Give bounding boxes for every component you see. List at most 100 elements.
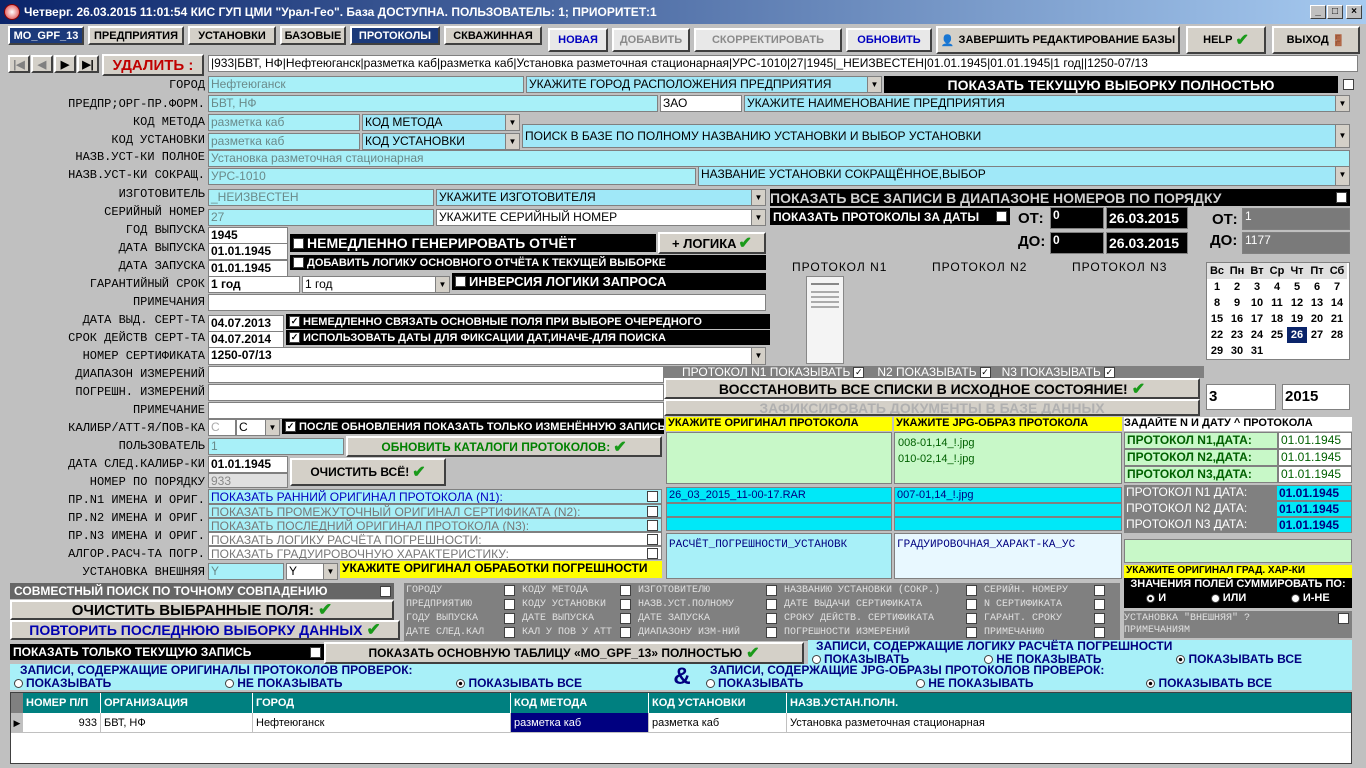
- radio-icon[interactable]: [1176, 655, 1186, 665]
- gen-report-option[interactable]: НЕМЕДЛЕННО ГЕНЕРИРОВАТЬ ОТЧЁТ: [290, 234, 656, 252]
- cert-no-field[interactable]: 1250-07/13 ▼: [208, 347, 766, 365]
- install-field[interactable]: разметка каб: [208, 133, 360, 150]
- calendar-day[interactable]: 16: [1227, 311, 1247, 327]
- radio-icon[interactable]: [916, 679, 926, 689]
- protocol-date-field[interactable]: 01.01.1945: [1278, 449, 1352, 466]
- calendar-day[interactable]: 7: [1327, 279, 1347, 295]
- calendar-day[interactable]: 27: [1307, 327, 1327, 343]
- radio-icon[interactable]: [225, 679, 235, 689]
- grad-orig-list[interactable]: [1124, 539, 1352, 563]
- field-check[interactable]: ДАТЕ ЗАПУСКА: [638, 612, 780, 625]
- calendar-day[interactable]: 14: [1327, 295, 1347, 311]
- add-logic-checkbox[interactable]: [293, 257, 304, 268]
- cert-date-field[interactable]: 04.07.2013: [208, 315, 284, 332]
- protocol-1-thumbnail[interactable]: [806, 276, 844, 364]
- show-logic[interactable]: ПОКАЗАТЬ ЛОГИКУ РАСЧЁТА ПОГРЕШНОСТИ:: [208, 532, 662, 546]
- show-early-original[interactable]: ПОКАЗАТЬ РАННИЙ ОРИГИНАЛ ПРОТОКОЛА (N1):: [208, 489, 662, 504]
- to-number-spinner[interactable]: 0: [1050, 232, 1104, 254]
- after-update-checkbox[interactable]: ✓: [285, 421, 296, 432]
- field-check[interactable]: ПРЕДПРИЯТИЮ: [406, 598, 518, 611]
- year-spinner[interactable]: 2015: [1282, 384, 1350, 410]
- calendar-day[interactable]: 15: [1207, 311, 1227, 327]
- from-record-spinner[interactable]: 1: [1242, 208, 1350, 230]
- city-select[interactable]: УКАЖИТЕ ГОРОД РАСПОЛОЖЕНИЯ ПРЕДПРИЯТИЯ ▼: [526, 76, 882, 93]
- maximize-button[interactable]: □: [1327, 5, 1343, 19]
- finish-edit-button[interactable]: 👤 ЗАВЕРШИТЬ РЕДАКТИРОВАНИЕ БАЗЫ: [936, 26, 1180, 54]
- invert-option[interactable]: ИНВЕРСИЯ ЛОГИКИ ЗАПРОСА: [452, 273, 766, 290]
- update-catalogs-button[interactable]: ОБНОВИТЬ КАТАЛОГИ ПРОТОКОЛОВ: ✔: [346, 436, 662, 457]
- warranty-select[interactable]: 1 год ▼: [302, 276, 450, 293]
- orig-all-option[interactable]: ПОКАЗЫВАТЬ ВСЕ: [456, 676, 582, 690]
- calib-select[interactable]: С ▼: [236, 419, 280, 436]
- error-field[interactable]: [208, 384, 664, 401]
- year-field[interactable]: 1945: [208, 227, 288, 244]
- tab-protocols[interactable]: ПРОТОКОЛЫ: [350, 26, 440, 45]
- cell-method[interactable]: разметка каб: [511, 713, 649, 732]
- col-city[interactable]: ГОРОД: [253, 693, 511, 713]
- field-check-checkbox[interactable]: [766, 627, 777, 638]
- field-check-checkbox[interactable]: [620, 585, 631, 596]
- external-field[interactable]: Y: [208, 563, 284, 580]
- calendar-day[interactable]: 1: [1207, 279, 1227, 295]
- show-last-checkbox[interactable]: [647, 520, 658, 531]
- field-check-checkbox[interactable]: [1094, 613, 1105, 624]
- method-field[interactable]: разметка каб: [208, 114, 360, 131]
- chevron-down-icon[interactable]: ▼: [1335, 167, 1349, 185]
- field-check[interactable]: НАЗВАНИЮ УСТАНОВКИ (СОКР.): [784, 584, 980, 597]
- minimize-button[interactable]: _: [1310, 5, 1326, 19]
- show-protocol-3-checkbox[interactable]: ✓: [1103, 366, 1115, 378]
- orig-show-option[interactable]: ПОКАЗЫВАТЬ: [14, 676, 111, 690]
- show-grad-checkbox[interactable]: [647, 548, 658, 559]
- show-mid-checkbox[interactable]: [647, 506, 658, 517]
- link-option[interactable]: ✓ НЕМЕДЛЕННО СВЯЗАТЬ ОСНОВНЫЕ ПОЛЯ ПРИ ВЫ…: [286, 314, 770, 329]
- orig-calc-hint[interactable]: УКАЖИТЕ ОРИГИНАЛ ОБРАБОТКИ ПОГРЕШНОСТИ: [340, 561, 662, 578]
- field-check-checkbox[interactable]: [1094, 627, 1105, 638]
- chevron-down-icon[interactable]: ▼: [751, 190, 765, 205]
- jpg-all-option[interactable]: ПОКАЗЫВАТЬ ВСЕ: [1146, 676, 1272, 690]
- show-main-table-button[interactable]: ПОКАЗАТЬ ОСНОВНУЮ ТАБЛИЦУ «MO_GPF_13» ПО…: [324, 642, 804, 664]
- cell-city[interactable]: Нефтеюганск: [253, 713, 511, 732]
- maker-field[interactable]: _НЕИЗВЕСТЕН: [208, 189, 434, 206]
- field-check-checkbox[interactable]: [504, 613, 515, 624]
- calendar-day[interactable]: 9: [1227, 295, 1247, 311]
- note2-field[interactable]: [208, 402, 664, 419]
- orig-protocol-list[interactable]: [666, 432, 892, 484]
- calib-field[interactable]: С: [208, 419, 236, 436]
- calendar-day[interactable]: 19: [1287, 311, 1307, 327]
- tab-enterprises[interactable]: ПРЕДПРИЯТИЯ: [88, 26, 184, 45]
- cert-term-field[interactable]: 04.07.2014: [208, 331, 284, 348]
- calendar-day[interactable]: 6: [1307, 279, 1327, 295]
- jpg-file-item[interactable]: 010-02,14_!.jpg: [898, 451, 1118, 467]
- show-current-only-checkbox[interactable]: [310, 646, 321, 658]
- table-row[interactable]: ▶ 933 БВТ, НФ Нефтеюганск разметка каб р…: [11, 713, 1351, 733]
- nav-first-button[interactable]: |◀: [8, 55, 30, 73]
- jpg-file-3-field[interactable]: [894, 503, 1122, 517]
- field-check[interactable]: КОДУ УСТАНОВКИ: [522, 598, 634, 611]
- field-check-checkbox[interactable]: [766, 613, 777, 624]
- calendar-day[interactable]: 23: [1227, 327, 1247, 343]
- new-button[interactable]: НОВАЯ: [548, 28, 608, 52]
- jpg-hide-option[interactable]: НЕ ПОКАЗЫВАТЬ: [916, 676, 1034, 690]
- field-check[interactable]: ПОГРЕШНОСТИ ИЗМЕРЕНИЙ: [784, 626, 980, 639]
- field-check[interactable]: ДАТЕ ВЫДАЧИ СЕРТИФИКАТА: [784, 598, 980, 611]
- use-dates-option[interactable]: ✓ ИСПОЛЬЗОВАТЬ ДАТЫ ДЛЯ ФИКСАЦИИ ДАТ,ИНАЧ…: [286, 330, 770, 345]
- tab-base[interactable]: БАЗОВЫЕ: [280, 26, 346, 45]
- sum-andnot-option[interactable]: И-НЕ: [1290, 592, 1330, 604]
- warranty-field[interactable]: 1 год: [208, 276, 300, 293]
- cell-organization[interactable]: БВТ, НФ: [101, 713, 253, 732]
- field-check-checkbox[interactable]: [966, 599, 977, 610]
- field-check-checkbox[interactable]: [766, 585, 777, 596]
- jpg-file-item[interactable]: 008-01,14_!.jpg: [898, 435, 1118, 451]
- city-field[interactable]: Нефтеюганск: [208, 76, 524, 93]
- col-full-name[interactable]: НАЗВ.УСТАН.ПОЛН.: [787, 693, 1351, 713]
- radio-icon[interactable]: [1146, 679, 1156, 689]
- method-select[interactable]: КОД МЕТОДА ▼: [362, 114, 520, 131]
- protocol-date-field[interactable]: 01.01.1945: [1278, 466, 1352, 483]
- notes-field[interactable]: [208, 294, 766, 311]
- cell-full-name[interactable]: Установка разметочная стационарная: [787, 713, 1351, 732]
- sum-or-option[interactable]: ИЛИ: [1210, 592, 1246, 604]
- chevron-down-icon[interactable]: ▼: [505, 134, 519, 149]
- next-calib-field[interactable]: 01.01.1945: [208, 456, 288, 473]
- show-protocol-1-checkbox[interactable]: ✓: [853, 366, 865, 378]
- external-check-checkbox[interactable]: [1338, 612, 1349, 624]
